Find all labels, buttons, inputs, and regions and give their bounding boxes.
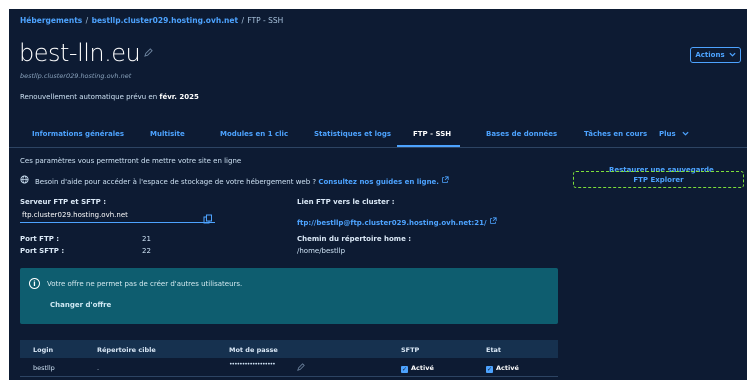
breadcrumb-current: FTP - SSH [247, 16, 284, 25]
active-tab-indicator [397, 145, 460, 147]
sftp-port-label: Port SFTP : [20, 247, 65, 255]
tab-informations-generales[interactable]: Informations générales [32, 130, 124, 138]
change-offer-link[interactable]: Changer d'offre [50, 301, 111, 309]
actions-button[interactable]: Actions [690, 47, 741, 63]
row-target-dir: . [97, 364, 100, 372]
table-header: Login Répertoire cible Mot de passe SFTP… [20, 340, 558, 358]
row-sftp-label: Activé [411, 364, 434, 372]
renewal-date: févr. 2025 [159, 93, 199, 101]
tab-taches[interactable]: Tâches en cours [584, 130, 647, 138]
checkbox-checked-icon[interactable]: ✓ [486, 366, 493, 373]
table-row: bestllp . •••••••••••••••••• ✓ Activé ✓ Ac… [20, 358, 558, 377]
tab-bases-de-donnees[interactable]: Bases de données [486, 130, 557, 138]
ftp-explorer-button[interactable]: FTP Explorer [573, 171, 744, 188]
page-title: best-lln.eu [19, 39, 141, 67]
tab-plus[interactable]: Plus [659, 130, 689, 138]
external-link-icon [441, 176, 449, 186]
breadcrumb-cluster[interactable]: bestllp.cluster029.hosting.ovh.net [92, 16, 238, 25]
column-login: Login [33, 346, 54, 354]
tab-bar: Informations générales Multisite Modules… [9, 122, 747, 148]
breadcrumb-separator: / [241, 16, 244, 25]
actions-label: Actions [695, 51, 725, 59]
column-state: Etat [486, 346, 502, 354]
sftp-port-value: 22 [142, 247, 151, 255]
intro-text: Ces paramètres vous permettront de mettr… [20, 157, 242, 165]
home-path-label: Chemin du répertoire home : [297, 235, 412, 243]
row-sftp[interactable]: ✓ Activé [401, 364, 434, 373]
copy-icon[interactable] [203, 209, 213, 224]
info-text: Votre offre ne permet pas de créer d'aut… [47, 280, 243, 288]
cluster-ftp-link-text: ftp://bestllp@ftp.cluster029.hosting.ovh… [297, 219, 487, 227]
row-password: •••••••••••••••••• [229, 361, 276, 368]
cluster-ftp-link[interactable]: ftp://bestllp@ftp.cluster029.hosting.ovh… [297, 217, 497, 227]
column-sftp: SFTP [401, 346, 420, 354]
info-banner: i Votre offre ne permet pas de créer d'a… [20, 268, 558, 324]
chevron-down-icon [729, 51, 736, 59]
tab-multisite[interactable]: Multisite [150, 130, 185, 138]
breadcrumb-separator: / [85, 16, 89, 25]
home-path-value: /home/bestllp [297, 247, 346, 255]
ftp-port-label: Port FTP : [20, 235, 60, 243]
row-login: bestllp [33, 364, 55, 372]
ftp-server-label: Serveur FTP et SFTP : [20, 198, 107, 206]
renewal-prefix: Renouvellement automatique prévu en [20, 93, 158, 101]
guides-link[interactable]: Consultez nos guides en ligne. [318, 178, 439, 186]
pencil-icon[interactable] [297, 363, 305, 373]
column-target-dir: Répertoire cible [97, 346, 156, 354]
breadcrumb: Hébergements / bestllp.cluster029.hostin… [20, 16, 283, 25]
cluster-subtitle: bestllp.cluster029.hosting.ovh.net [20, 72, 132, 80]
column-password: Mot de passe [229, 346, 278, 354]
tab-ftp-ssh[interactable]: FTP - SSH [413, 130, 451, 138]
ftp-server-field[interactable]: ftp.cluster029.hosting.ovh.net [20, 208, 215, 223]
help-text: Besoin d'aide pour accéder à l'espace de… [35, 178, 317, 186]
renewal-info: Renouvellement automatique prévu en févr… [20, 93, 199, 101]
pencil-icon[interactable] [144, 47, 153, 60]
checkbox-checked-icon[interactable]: ✓ [401, 366, 408, 373]
breadcrumb-hosting[interactable]: Hébergements [20, 16, 82, 25]
help-line: Besoin d'aide pour accéder à l'espace de… [20, 175, 449, 187]
info-icon: i [29, 278, 40, 289]
cluster-link-label: Lien FTP vers le cluster : [297, 198, 395, 206]
external-link-icon [489, 217, 497, 227]
tab-modules[interactable]: Modules en 1 clic [220, 130, 288, 138]
ftp-port-value: 21 [142, 235, 151, 243]
row-state-label: Activé [496, 364, 519, 372]
tab-statistiques[interactable]: Statistiques et logs [314, 130, 391, 138]
row-state[interactable]: ✓ Activé [486, 364, 519, 373]
app-frame: Hébergements / bestllp.cluster029.hostin… [9, 9, 747, 380]
tab-plus-label: Plus [659, 130, 676, 138]
globe-icon [20, 175, 29, 187]
chevron-down-icon [682, 130, 689, 138]
